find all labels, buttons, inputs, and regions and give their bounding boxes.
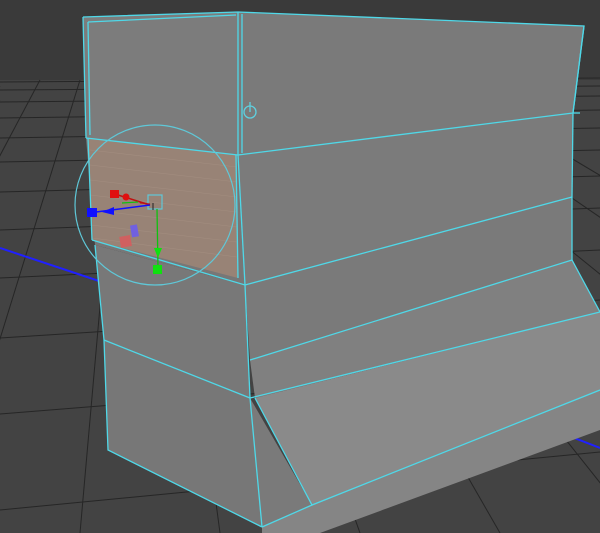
front-face-top[interactable] <box>83 12 238 155</box>
y-axis-handle-icon[interactable] <box>153 265 162 274</box>
z-axis-handle-icon[interactable] <box>87 208 97 217</box>
3d-viewport[interactable] <box>0 0 600 533</box>
xz-plane-handle-icon[interactable] <box>119 235 132 248</box>
x-axis-cone-icon[interactable] <box>122 193 130 201</box>
x-axis-handle-icon[interactable] <box>110 190 119 198</box>
